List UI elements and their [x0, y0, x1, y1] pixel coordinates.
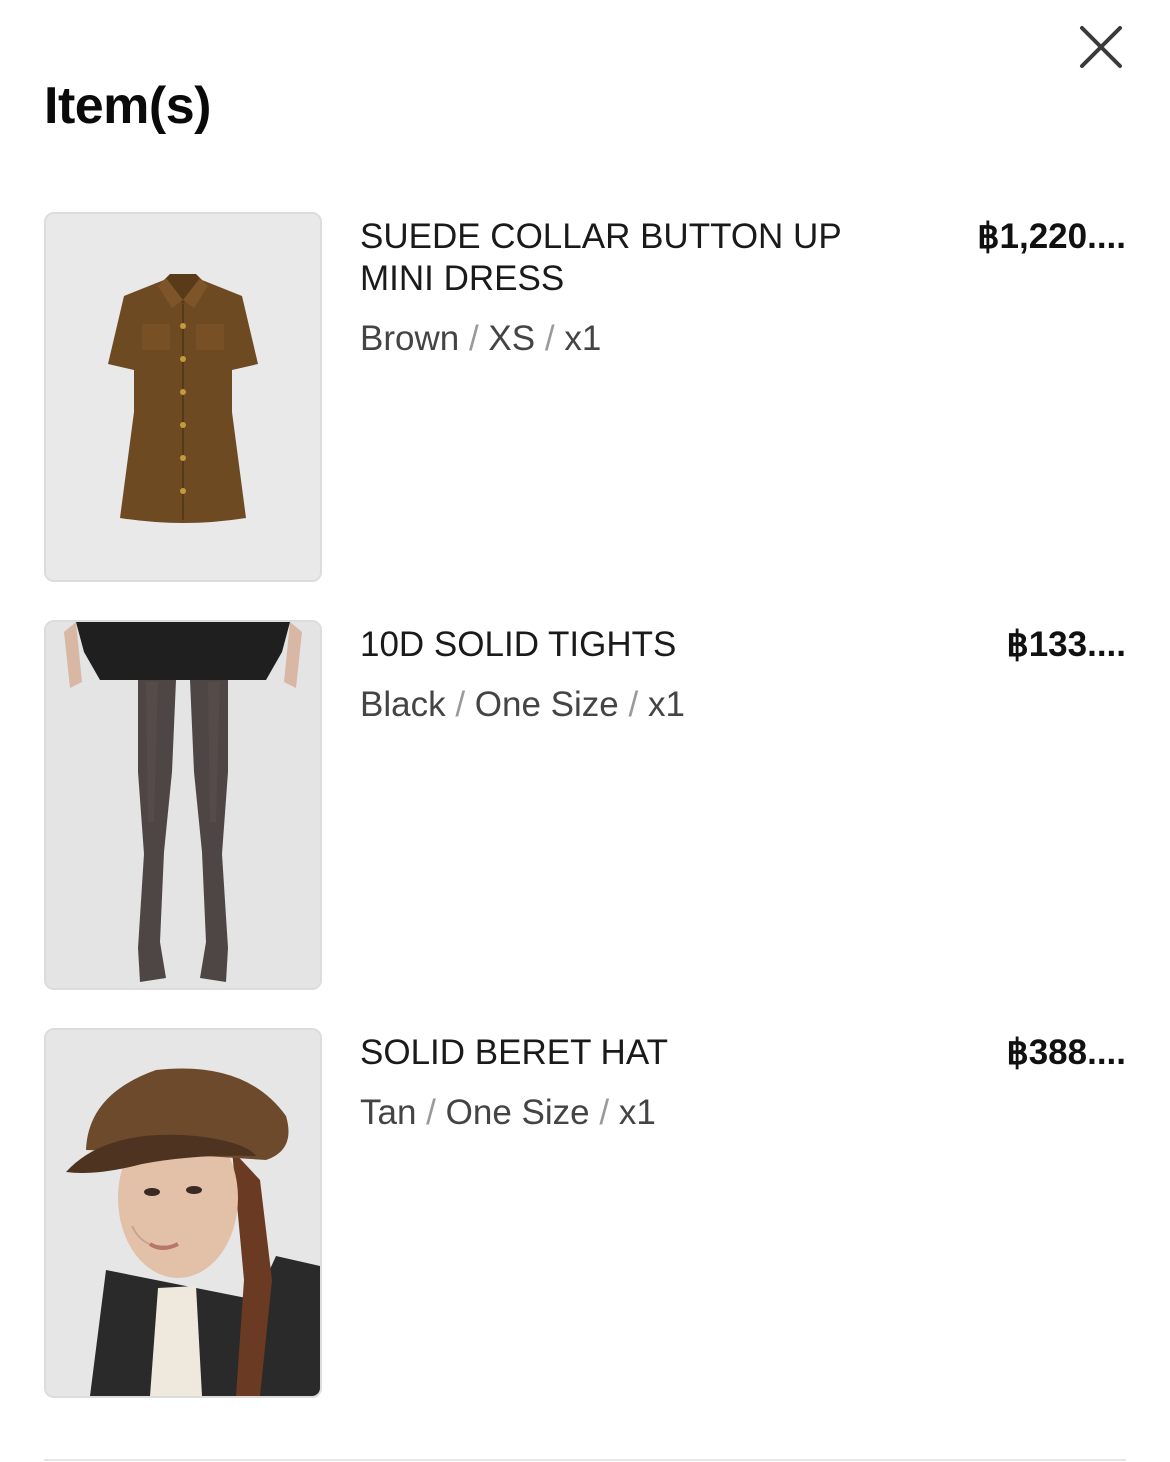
product-image-dress[interactable] — [44, 212, 322, 582]
variant-separator: / — [544, 319, 555, 358]
product-name[interactable]: SUEDE COLLAR BUTTON UP MINI DRESS — [360, 216, 920, 300]
variant-size: XS — [488, 319, 536, 358]
variant-separator: / — [468, 319, 479, 358]
product-variant: Black / One Size / x1 — [360, 684, 685, 726]
product-variant: Tan / One Size / x1 — [360, 1092, 656, 1134]
variant-size: One Size — [445, 1093, 590, 1132]
variant-separator: / — [628, 685, 639, 724]
beret-image — [46, 1030, 320, 1396]
product-variant: Brown / XS / x1 — [360, 318, 601, 360]
variant-separator: / — [426, 1093, 436, 1132]
product-price: ฿388.... — [1006, 1033, 1126, 1072]
variant-quantity: x1 — [618, 1093, 656, 1132]
product-name[interactable]: SOLID BERET HAT — [360, 1032, 920, 1074]
list-item[interactable]: SUEDE COLLAR BUTTON UP MINI DRESS Brown … — [44, 212, 1126, 582]
variant-quantity: x1 — [564, 319, 602, 358]
variant-color: Brown — [360, 319, 460, 358]
product-price: ฿133.... — [1006, 625, 1126, 664]
variant-separator: / — [599, 1093, 610, 1132]
dress-image — [46, 214, 320, 580]
product-image-beret[interactable] — [44, 1028, 322, 1398]
list-item[interactable]: SOLID BERET HAT Tan / One Size / x1 ฿388… — [44, 1028, 1126, 1398]
close-button[interactable] — [1076, 22, 1126, 72]
variant-quantity: x1 — [647, 685, 685, 724]
variant-color: Black — [360, 685, 446, 724]
bottom-divider — [44, 1459, 1126, 1461]
close-icon — [1080, 26, 1122, 68]
variant-separator: / — [455, 685, 466, 724]
list-item[interactable]: 10D SOLID TIGHTS Black / One Size / x1 ฿… — [44, 620, 1126, 990]
variant-color: Tan — [360, 1093, 417, 1132]
page-title: Item(s) — [44, 77, 211, 135]
product-image-tights[interactable] — [44, 620, 322, 990]
tights-image — [46, 622, 320, 988]
variant-size: One Size — [474, 685, 619, 724]
product-price: ฿1,220.... — [977, 217, 1126, 256]
product-name[interactable]: 10D SOLID TIGHTS — [360, 624, 920, 666]
